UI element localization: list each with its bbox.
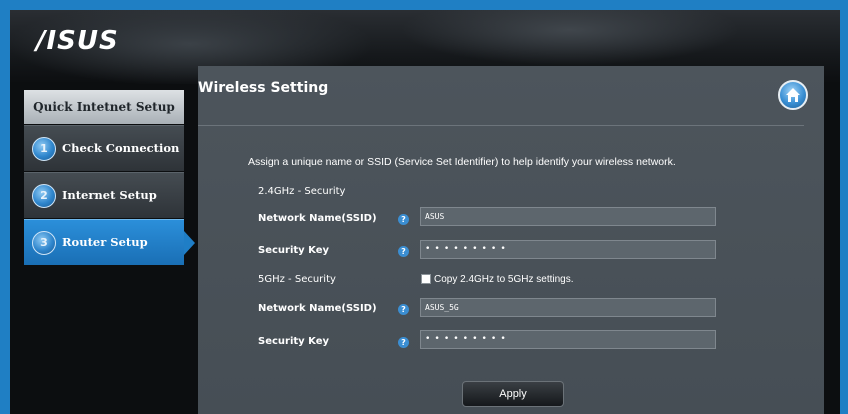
step-label-check-connection: Check Connection bbox=[62, 141, 180, 155]
step-router-setup[interactable]: 3 Router Setup bbox=[24, 219, 195, 265]
key-5-label: Security Key bbox=[258, 336, 330, 347]
sidebar-title: Quick Intetnet Setup bbox=[24, 90, 184, 124]
help-icon[interactable]: ? bbox=[398, 337, 409, 348]
sidebar: Quick Intetnet Setup 1 Check Connection … bbox=[24, 90, 196, 414]
apply-button[interactable]: Apply bbox=[462, 381, 564, 407]
step-internet-setup[interactable]: 2 Internet Setup bbox=[24, 172, 184, 218]
step-number-1: 1 bbox=[32, 137, 56, 161]
key-24-label: Security Key bbox=[258, 245, 330, 256]
step-number-2: 2 bbox=[32, 184, 56, 208]
home-button[interactable] bbox=[778, 80, 808, 110]
copy-settings-label: Copy 2.4GHz to 5GHz settings. bbox=[434, 274, 574, 285]
help-icon[interactable]: ? bbox=[398, 304, 409, 315]
copy-settings-checkbox[interactable] bbox=[421, 274, 431, 284]
key-5-input[interactable]: ••••••••• bbox=[420, 330, 716, 349]
ssid-5-input[interactable]: ASUS_5G bbox=[420, 298, 716, 317]
wireless-setting-panel: Wireless Setting Assign a unique name or… bbox=[198, 66, 824, 414]
ssid-24-label: Network Name(SSID) bbox=[258, 213, 377, 224]
step-number-3: 3 bbox=[32, 231, 56, 255]
section-5ghz-security: 5GHz - Security bbox=[258, 274, 336, 285]
help-icon[interactable]: ? bbox=[398, 214, 409, 225]
step-label-router-setup: Router Setup bbox=[62, 235, 148, 249]
router-frame: /ISUS Quick Intetnet Setup 1 Check Conne… bbox=[10, 10, 840, 414]
step-label-internet-setup: Internet Setup bbox=[62, 188, 157, 202]
key-24-input[interactable]: ••••••••• bbox=[420, 240, 716, 259]
ssid-5-label: Network Name(SSID) bbox=[258, 303, 377, 314]
ssid-description: Assign a unique name or SSID (Service Se… bbox=[248, 156, 676, 168]
step-check-connection[interactable]: 1 Check Connection bbox=[24, 125, 184, 171]
divider bbox=[198, 125, 804, 126]
help-icon[interactable]: ? bbox=[398, 246, 409, 257]
ssid-24-input[interactable]: ASUS bbox=[420, 207, 716, 226]
page-title: Wireless Setting bbox=[198, 80, 329, 96]
section-24ghz-security: 2.4GHz - Security bbox=[258, 186, 346, 197]
asus-logo: /ISUS bbox=[36, 26, 119, 56]
home-icon bbox=[786, 88, 800, 102]
